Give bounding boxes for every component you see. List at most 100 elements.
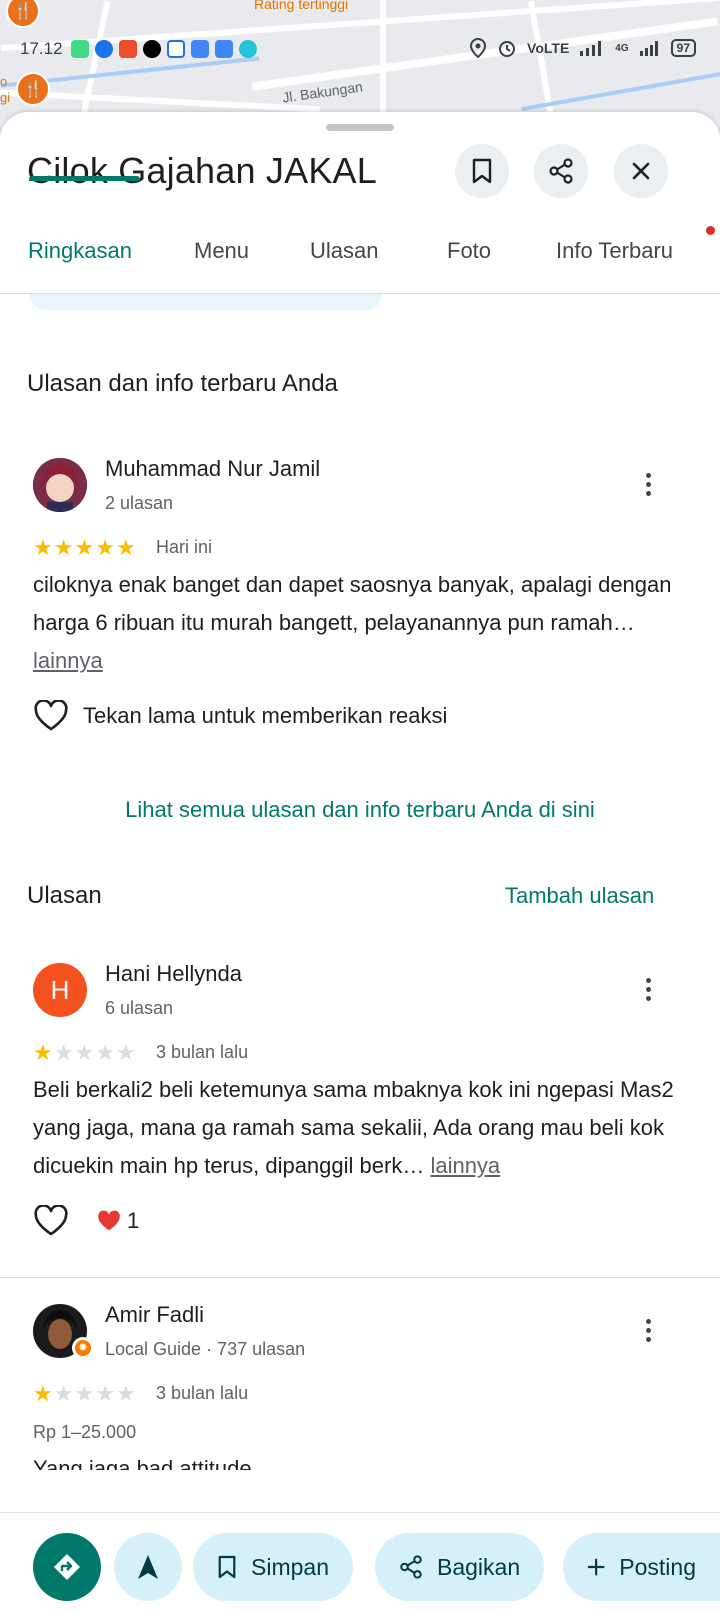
reviewer-name[interactable]: Muhammad Nur Jamil [105, 456, 320, 482]
tiktok-icon [142, 40, 161, 58]
signal-icon [580, 41, 602, 56]
app-notification-icon [190, 40, 209, 58]
tab-updates[interactable]: Info Terbaru [556, 238, 673, 294]
save-button[interactable] [455, 144, 509, 198]
star-empty-icon: ★ [74, 1040, 95, 1065]
heart-outline-icon[interactable] [33, 1205, 69, 1237]
more-options-button[interactable] [633, 969, 663, 1009]
reviews-title: Ulasan [27, 882, 102, 909]
share-label: Bagikan [437, 1553, 521, 1580]
network-type: 4G [615, 42, 629, 54]
reaction-count: 1 [127, 1208, 140, 1233]
read-more-link[interactable]: lainnya [33, 648, 103, 673]
avatar[interactable]: H [33, 963, 87, 1017]
reviewer-name[interactable]: Amir Fadli [105, 1302, 204, 1328]
save-pill-button[interactable]: Simpan [193, 1533, 353, 1601]
reaction-row[interactable]: 1 [33, 1205, 139, 1237]
restaurant-pin-icon[interactable]: 🍴 [6, 0, 40, 28]
tab-overview[interactable]: Ringkasan [28, 238, 132, 294]
reaction-row[interactable]: Tekan lama untuk memberikan reaksi [33, 700, 447, 732]
post-label: Posting [619, 1553, 696, 1580]
tab-reviews[interactable]: Ulasan [310, 238, 378, 294]
directions-icon [54, 1554, 80, 1580]
reviewer-name[interactable]: Hani Hellynda [105, 961, 242, 987]
location-icon [470, 38, 487, 58]
tab-menu[interactable]: Menu [194, 238, 249, 294]
action-bar: Simpan Bagikan Posting [0, 1512, 720, 1612]
app-notification-icon [94, 40, 113, 58]
reviewer-meta: 6 ulasan [105, 998, 174, 1018]
see-all-your-reviews-link[interactable]: Lihat semua ulasan dan info terbaru Anda… [0, 797, 720, 823]
app-notification-icon [166, 40, 185, 58]
heart-outline-icon[interactable] [33, 700, 69, 732]
place-tabs: Ringkasan Menu Ulasan Foto Info Terbaru [0, 228, 720, 294]
divider [0, 1277, 720, 1278]
review-date: 3 bulan lalu [156, 1383, 249, 1403]
shopee-icon [118, 40, 137, 58]
review-date: 3 bulan lalu [156, 1042, 249, 1062]
price-range: Rp 1–25.000 [33, 1422, 137, 1442]
active-tab-indicator [29, 176, 140, 181]
restaurant-pin-icon[interactable]: 🍴 [16, 72, 50, 106]
star-empty-icon: ★ [115, 1040, 136, 1065]
reaction-count-chip[interactable]: 1 [97, 1208, 139, 1234]
star-empty-icon: ★ [74, 1381, 95, 1406]
your-reviews-title: Ulasan dan info terbaru Anda [27, 370, 338, 397]
directions-button[interactable] [33, 1533, 101, 1601]
app-notification-icon [70, 40, 89, 58]
status-bar: 17.12 VoLTE 4G 97 [0, 34, 720, 64]
map-label-rating: Rating tertinggi [254, 0, 349, 12]
star-empty-icon: ★ [95, 1040, 115, 1065]
add-review-link[interactable]: Tambah ulasan [505, 883, 654, 909]
share-icon [549, 158, 573, 184]
review-body: Beli berkali2 beli ketemunya sama mbakny… [33, 1077, 674, 1178]
share-button[interactable] [534, 144, 588, 198]
status-time: 17.12 [20, 39, 63, 58]
new-updates-dot [706, 226, 715, 235]
star-empty-icon: ★ [95, 1381, 115, 1406]
navigation-arrow-icon [138, 1555, 158, 1579]
star-rating: ★ ★ ★ ★ ★ [33, 1042, 136, 1064]
more-options-button[interactable] [633, 464, 663, 504]
local-guide-badge-icon: ✸ [72, 1337, 94, 1359]
avatar[interactable] [33, 458, 87, 512]
post-pill-button[interactable]: Posting [563, 1533, 720, 1601]
review-text: Yang jaga bad attitude [33, 1456, 252, 1470]
reviewer-meta: 2 ulasan [105, 493, 174, 513]
star-empty-icon: ★ [53, 1040, 74, 1065]
app-notification-icon [214, 40, 233, 58]
plus-icon [587, 1558, 605, 1576]
review-body: ciloknya enak banget dan dapet saosnya b… [33, 572, 672, 635]
signal-icon [639, 41, 658, 56]
alarm-icon [499, 41, 516, 57]
partial-chip[interactable] [30, 294, 382, 310]
red-heart-icon [98, 1210, 120, 1231]
map-label-edge: o gi [0, 74, 11, 105]
reviewer-meta: Local Guide · 737 ulasan [105, 1339, 306, 1359]
tab-photos[interactable]: Foto [447, 238, 491, 294]
start-navigation-button[interactable] [114, 1533, 182, 1601]
review-text: Beli berkali2 beli ketemunya sama mbakny… [33, 1071, 683, 1185]
read-more-link[interactable]: lainnya [430, 1153, 500, 1178]
star-filled-icon: ★ [33, 535, 53, 560]
star-rating: ★ ★ ★ ★ ★ [33, 1383, 136, 1405]
star-filled-icon: ★ [95, 535, 115, 560]
share-pill-button[interactable]: Bagikan [375, 1533, 545, 1601]
volte-indicator: VoLTE [527, 40, 570, 56]
more-options-button[interactable] [633, 1310, 663, 1350]
star-filled-icon: ★ [53, 535, 74, 560]
review-text: ciloknya enak banget dan dapet saosnya b… [33, 566, 683, 680]
star-rating: ★ ★ ★ ★ ★ [33, 537, 136, 559]
share-icon [400, 1555, 422, 1579]
app-notification-icon [238, 40, 257, 58]
drag-handle[interactable] [326, 124, 394, 131]
star-empty-icon: ★ [53, 1381, 74, 1406]
star-filled-icon: ★ [74, 535, 95, 560]
star-empty-icon: ★ [115, 1381, 136, 1406]
close-button[interactable] [614, 144, 668, 198]
review-date: Hari ini [156, 537, 213, 557]
star-filled-icon: ★ [33, 1040, 53, 1065]
battery-indicator: 97 [670, 39, 696, 57]
place-title: Cilok Gajahan JAKAL [27, 150, 377, 191]
star-filled-icon: ★ [33, 1381, 53, 1406]
